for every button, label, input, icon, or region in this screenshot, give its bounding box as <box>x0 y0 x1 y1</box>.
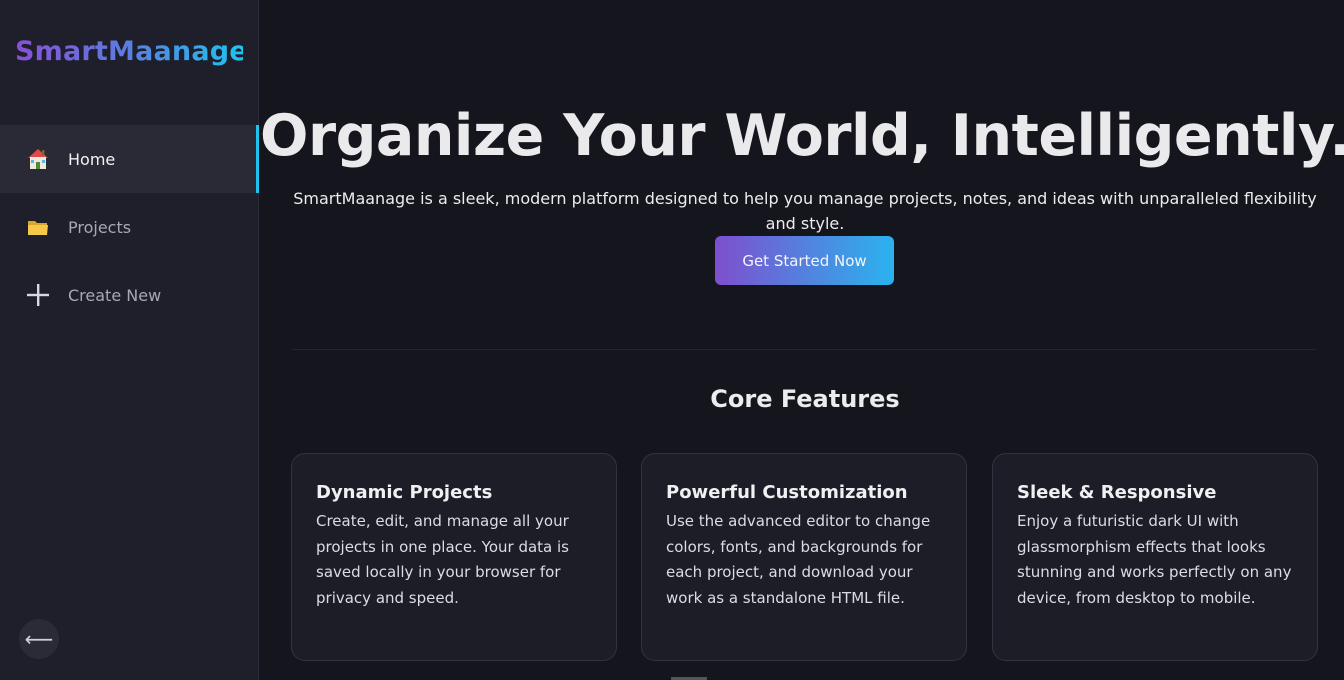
feature-card-title: Sleek & Responsive <box>1017 482 1217 503</box>
home-icon <box>25 146 51 172</box>
feature-card-text: Use the advanced editor to change colors… <box>666 512 931 607</box>
arrow-left-icon: ⟵ <box>24 627 54 651</box>
app-logo[interactable]: SmartMaanage <box>15 36 243 67</box>
folder-icon <box>25 214 51 240</box>
feature-card-text: Create, edit, and manage all your projec… <box>316 512 569 607</box>
sidebar: SmartMaanage Home Projects Create New ⟵ <box>0 0 259 680</box>
hero-subtitle: SmartMaanage is a sleek, modern platform… <box>293 189 1317 233</box>
sidebar-item-projects[interactable]: Projects <box>0 193 259 261</box>
main-content: Organize Your World, Intelligently. Smar… <box>260 0 1344 680</box>
feature-card: Powerful Customization Use the advanced … <box>641 453 967 661</box>
hero-title: Organize Your World, Intelligently. <box>260 103 1344 169</box>
sidebar-item-label: Projects <box>68 217 132 237</box>
feature-card: Sleek & Responsive Enjoy a futuristic da… <box>992 453 1318 661</box>
plus-icon <box>25 282 51 308</box>
feature-card-title: Powerful Customization <box>666 482 908 503</box>
feature-card: Dynamic Projects Create, edit, and manag… <box>291 453 617 661</box>
feature-card-text: Enjoy a futuristic dark UI with glassmor… <box>1017 512 1292 607</box>
sidebar-item-create-new[interactable]: Create New <box>0 261 259 329</box>
feature-card-title: Dynamic Projects <box>316 482 493 503</box>
get-started-button[interactable]: Get Started Now <box>715 236 894 285</box>
features-title: Core Features <box>710 385 900 413</box>
sidebar-item-label: Create New <box>68 285 162 305</box>
sidebar-item-label: Home <box>68 149 116 169</box>
sidebar-item-home[interactable]: Home <box>0 125 259 193</box>
collapse-sidebar-button[interactable]: ⟵ <box>19 619 59 659</box>
section-divider <box>292 349 1316 350</box>
